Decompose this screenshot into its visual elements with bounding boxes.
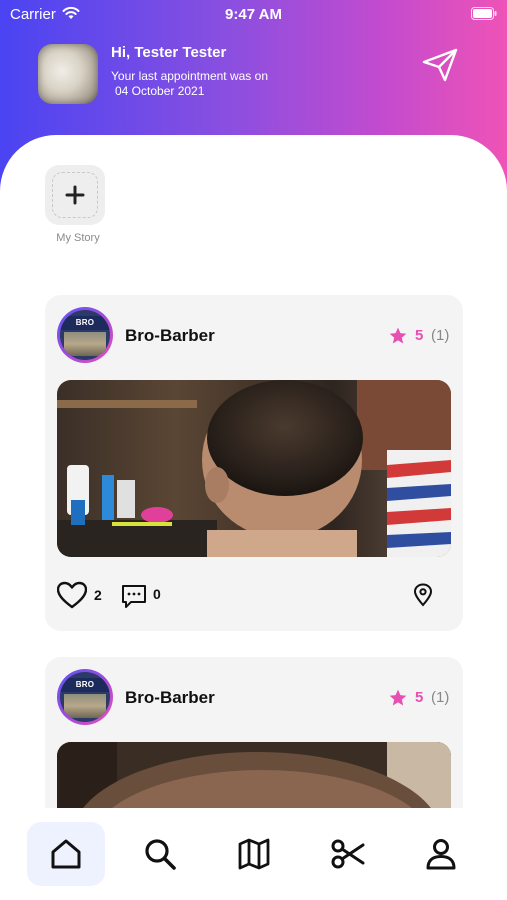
- home-icon: [51, 839, 81, 869]
- tab-map[interactable]: [215, 822, 293, 886]
- tab-search[interactable]: [121, 822, 199, 886]
- post-card[interactable]: BRO BARBER Bro-Barber 5 (1): [45, 295, 463, 631]
- scissors-icon: [331, 839, 365, 869]
- rating-value: 5: [415, 327, 424, 344]
- last-appointment-label: Your last appointment was on: [111, 69, 268, 83]
- shop-avatar[interactable]: BRO BARBER: [57, 669, 113, 725]
- profile-icon: [426, 839, 456, 870]
- shop-avatar[interactable]: BRO BARBER: [57, 307, 113, 363]
- add-story-button[interactable]: [45, 165, 105, 225]
- comment-icon[interactable]: [121, 583, 147, 609]
- location-pin-icon[interactable]: [412, 583, 434, 607]
- like-count: 2: [94, 587, 102, 603]
- shopfront-image: [64, 332, 106, 356]
- shop-sign-logo: BRO BARBER: [60, 678, 110, 703]
- status-time: 9:47 AM: [225, 6, 282, 23]
- shop-name[interactable]: Bro-Barber: [125, 326, 215, 346]
- rating-count: (1): [431, 689, 450, 706]
- comment-count: 0: [153, 586, 161, 602]
- star-icon: [389, 689, 407, 706]
- shopfront-image: [64, 694, 106, 718]
- my-story-label: My Story: [56, 232, 100, 244]
- plus-icon: [65, 185, 85, 205]
- post-card[interactable]: BRO BARBER Bro-Barber 5 (1): [45, 657, 463, 828]
- rating-value: 5: [415, 689, 424, 706]
- battery-icon: [471, 7, 497, 20]
- tab-home[interactable]: [27, 822, 105, 886]
- shop-name[interactable]: Bro-Barber: [125, 688, 215, 708]
- post-photo[interactable]: [57, 380, 451, 557]
- tab-barbers[interactable]: [309, 822, 387, 886]
- send-icon[interactable]: [421, 48, 459, 82]
- search-icon: [145, 839, 176, 870]
- user-avatar[interactable]: [38, 44, 98, 104]
- star-icon: [389, 327, 407, 344]
- rating-count: (1): [431, 327, 450, 344]
- last-appointment-date: 04 October 2021: [115, 84, 205, 98]
- heart-icon[interactable]: [57, 581, 87, 609]
- bottom-tab-bar: [0, 808, 507, 900]
- post-actions: 2 0: [57, 581, 451, 611]
- shop-sign-logo: BRO BARBER: [60, 316, 110, 341]
- map-icon: [238, 838, 270, 870]
- tab-profile[interactable]: [402, 822, 480, 886]
- last-appointment-info: Your last appointment was on 04 October …: [111, 69, 311, 99]
- status-bar: Carrier 9:47 AM: [0, 0, 507, 28]
- greeting-text: Hi, Tester Tester: [111, 44, 227, 61]
